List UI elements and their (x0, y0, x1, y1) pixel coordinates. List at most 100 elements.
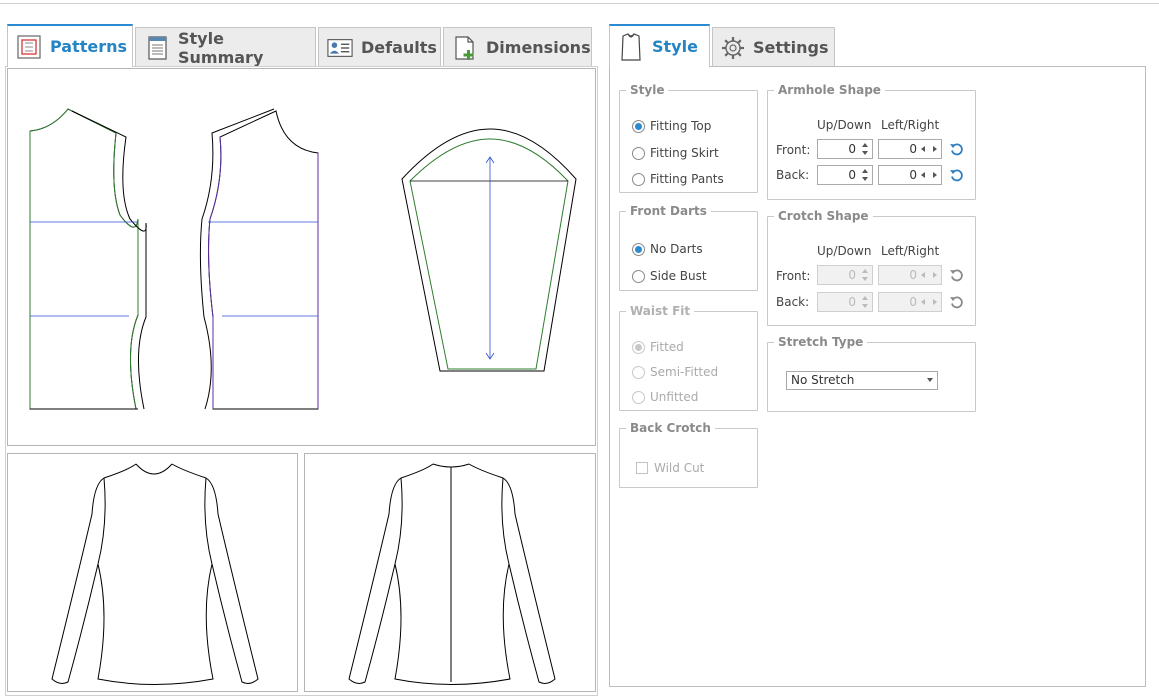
pattern-pieces-view[interactable] (7, 68, 596, 446)
armhole-shape-legend: Armhole Shape (778, 83, 881, 97)
radio-label: Fitting Pants (650, 172, 724, 186)
radio-indicator[interactable] (632, 365, 645, 379)
armhole-back-leftright-stepper[interactable]: 0 (878, 165, 942, 185)
sleeve-piece (401, 128, 577, 372)
front-garment-sketch[interactable] (7, 453, 298, 692)
front-darts-legend: Front Darts (630, 204, 707, 218)
tab-dimensions-label: Dimensions (486, 38, 591, 57)
crotch-leftright-header: Left/Right (881, 244, 940, 258)
crotch-updown-header: Up/Down (817, 244, 872, 258)
updown-arrows-icon[interactable] (860, 141, 870, 157)
crotch-front-label: Front: (776, 269, 811, 283)
radio-label: Side Bust (650, 269, 707, 283)
back-bodice-piece (199, 108, 319, 410)
radio-fitted[interactable]: Fitted (632, 340, 684, 354)
defaults-icon (327, 35, 353, 61)
armhole-front-label: Front: (776, 143, 811, 157)
radio-indicator[interactable] (632, 146, 645, 160)
radio-unfitted[interactable]: Unfitted (632, 390, 698, 404)
updown-arrows-icon[interactable] (860, 294, 870, 310)
armhole-back-updown-stepper[interactable]: 0 (817, 165, 873, 185)
armhole-updown-header: Up/Down (817, 118, 872, 132)
wild-cut-checkbox[interactable]: Wild Cut (636, 461, 704, 475)
updown-arrows-icon[interactable] (860, 267, 870, 283)
tab-style-summary[interactable]: Style Summary (135, 27, 316, 67)
waist-fit-legend: Waist Fit (630, 304, 691, 318)
armhole-leftright-header: Left/Right (881, 118, 940, 132)
back-crotch-group: Back Crotch Wild Cut (619, 421, 758, 488)
stretch-type-legend: Stretch Type (778, 335, 864, 349)
tab-settings[interactable]: Settings (712, 27, 835, 67)
back-top-drawing (348, 463, 556, 685)
front-bodice-piece (29, 108, 147, 410)
radio-indicator[interactable] (632, 340, 645, 354)
leftright-arrows-icon[interactable] (919, 267, 939, 283)
crotch-front-leftright-stepper[interactable]: 0 (878, 265, 942, 285)
leftright-arrows-icon[interactable] (919, 167, 939, 183)
radio-fitting-pants[interactable]: Fitting Pants (632, 172, 724, 186)
right-tabbar: Style Settings (609, 23, 837, 67)
stepper-value: 0 (909, 295, 917, 309)
tab-settings-label: Settings (753, 38, 829, 57)
radio-indicator[interactable] (632, 242, 645, 256)
style-group-legend: Style (630, 83, 665, 97)
gear-icon (721, 35, 745, 61)
select-value: No Stretch (791, 373, 855, 387)
crotch-shape-legend: Crotch Shape (778, 209, 869, 223)
waist-fit-group: Waist Fit Fitted Semi-Fitted Unfitted (619, 304, 758, 411)
style-summary-icon (144, 35, 170, 61)
radio-indicator[interactable] (632, 119, 645, 133)
tab-patterns-label: Patterns (50, 37, 128, 56)
armhole-back-label: Back: (776, 168, 810, 182)
back-crotch-legend: Back Crotch (630, 421, 711, 435)
tab-style-label: Style (652, 37, 698, 56)
radio-indicator[interactable] (632, 172, 645, 186)
back-garment-sketch[interactable] (304, 453, 596, 692)
radio-fitting-top[interactable]: Fitting Top (632, 119, 711, 133)
stepper-value: 0 (848, 142, 856, 156)
leftright-arrows-icon[interactable] (919, 141, 939, 157)
radio-label: Fitting Skirt (650, 146, 719, 160)
radio-fitting-skirt[interactable]: Fitting Skirt (632, 146, 719, 160)
radio-indicator[interactable] (632, 390, 645, 404)
radio-label: Fitted (650, 340, 684, 354)
chevron-down-icon[interactable] (927, 378, 933, 382)
armhole-front-leftright-stepper[interactable]: 0 (878, 139, 942, 159)
tab-style-summary-label: Style Summary (178, 28, 264, 67)
crotch-back-reset-icon[interactable] (949, 294, 965, 310)
top-divider (0, 3, 1159, 4)
tab-dimensions[interactable]: Dimensions (443, 27, 592, 67)
tab-defaults[interactable]: Defaults (318, 27, 441, 67)
radio-label: Fitting Top (650, 119, 712, 133)
stretch-type-select[interactable]: No Stretch (786, 371, 938, 390)
stepper-value: 0 (848, 268, 856, 282)
armhole-back-reset-icon[interactable] (949, 167, 965, 183)
stepper-value: 0 (909, 168, 917, 182)
leftright-arrows-icon[interactable] (919, 294, 939, 310)
crotch-back-leftright-stepper[interactable]: 0 (878, 292, 942, 312)
tab-style[interactable]: Style (609, 24, 710, 67)
radio-label: Semi-Fitted (650, 365, 719, 379)
stepper-value: 0 (909, 268, 917, 282)
radio-side-bust[interactable]: Side Bust (632, 269, 707, 283)
radio-label: Unfitted (650, 390, 699, 404)
armhole-front-reset-icon[interactable] (949, 141, 965, 157)
crotch-front-updown-stepper[interactable]: 0 (817, 265, 873, 285)
shirt-icon (618, 32, 644, 61)
crotch-front-reset-icon[interactable] (949, 267, 965, 283)
radio-indicator[interactable] (632, 269, 645, 283)
radio-no-darts[interactable]: No Darts (632, 242, 703, 256)
checkbox-box[interactable] (636, 462, 648, 474)
updown-arrows-icon[interactable] (860, 167, 870, 183)
stepper-value: 0 (848, 168, 856, 182)
armhole-front-updown-stepper[interactable]: 0 (817, 139, 873, 159)
tab-defaults-label: Defaults (361, 38, 437, 57)
crotch-back-updown-stepper[interactable]: 0 (817, 292, 873, 312)
stepper-value: 0 (848, 295, 856, 309)
radio-semi-fitted[interactable]: Semi-Fitted (632, 365, 718, 379)
tab-patterns[interactable]: Patterns (7, 24, 133, 67)
front-top-drawing (51, 463, 259, 685)
crotch-back-label: Back: (776, 295, 810, 309)
armhole-shape-group: Armhole Shape Up/Down Left/Right Front: … (767, 83, 976, 200)
crotch-shape-group: Crotch Shape Up/Down Left/Right Front: B… (767, 209, 976, 326)
